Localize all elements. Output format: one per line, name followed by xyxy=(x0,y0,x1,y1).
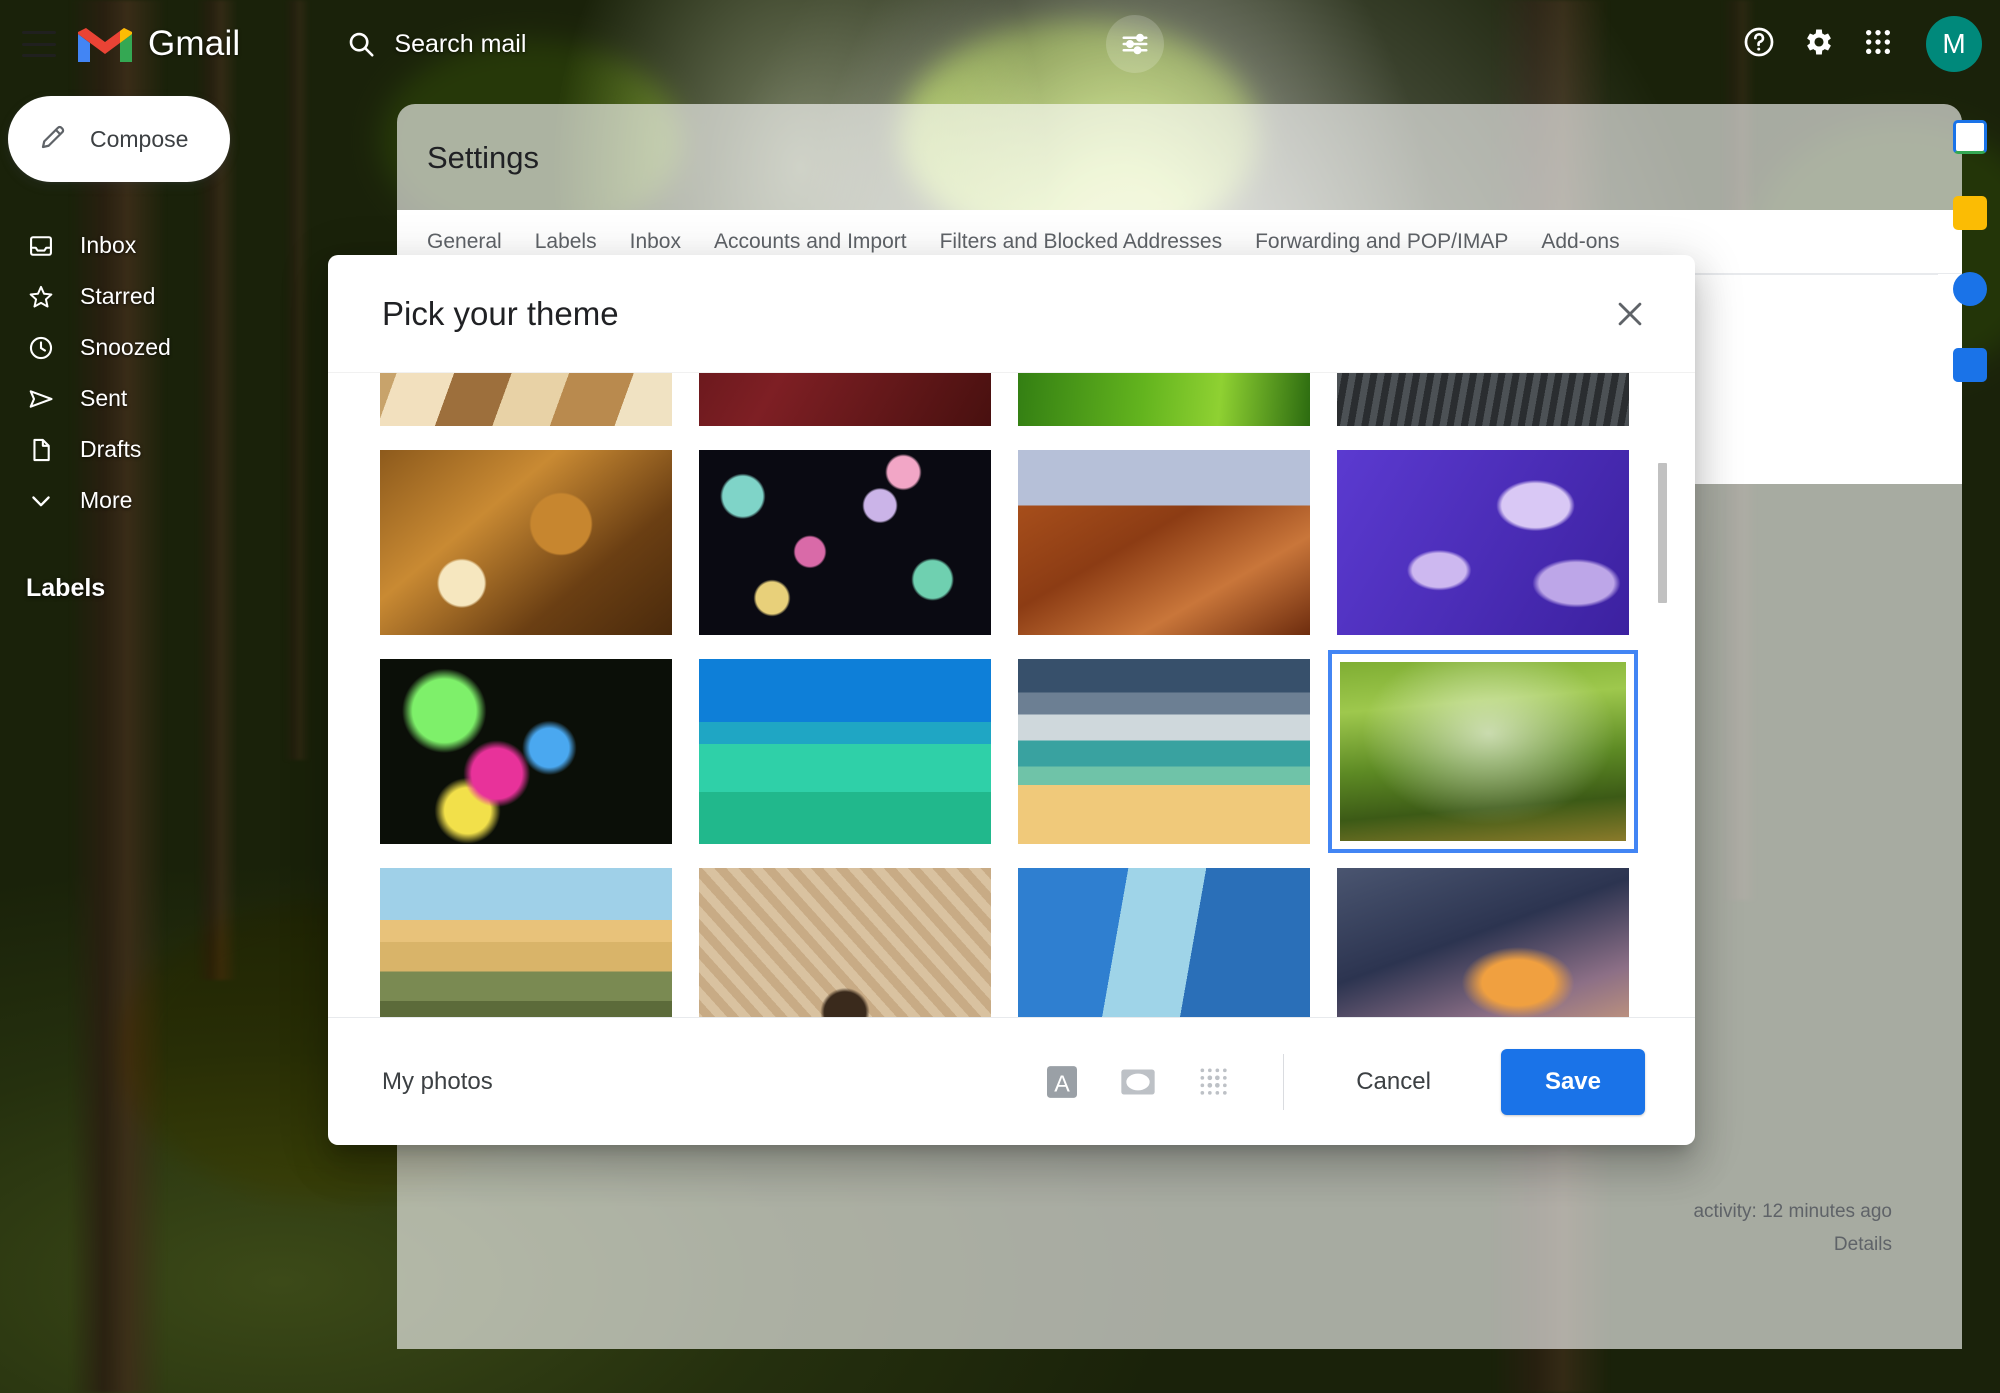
file-icon xyxy=(26,435,56,465)
avatar[interactable]: M xyxy=(1926,16,1982,72)
apps-grid-icon[interactable] xyxy=(1862,26,1894,63)
theme-thumbnail[interactable] xyxy=(699,659,991,844)
keep-icon[interactable] xyxy=(1953,196,1987,230)
sidebar-item-label: Sent xyxy=(80,385,128,411)
theme-thumbnail[interactable] xyxy=(380,659,672,844)
sidebar-item-label: Starred xyxy=(80,283,156,309)
tab-inbox[interactable]: Inbox xyxy=(630,230,681,254)
sidebar-item-snoozed[interactable]: Snoozed xyxy=(0,322,330,373)
tasks-icon[interactable] xyxy=(1953,272,1987,306)
scrollbar-track[interactable] xyxy=(1658,379,1667,1011)
theme-thumbnail-selected[interactable] xyxy=(1328,650,1638,853)
tab-accounts-and-import[interactable]: Accounts and Import xyxy=(714,230,907,254)
theme-thumbnail[interactable] xyxy=(699,373,991,426)
search-icon xyxy=(346,29,376,59)
compose-label: Compose xyxy=(90,125,189,152)
theme-thumbnail[interactable] xyxy=(699,450,991,635)
sidebar-item-label: More xyxy=(80,487,133,513)
top-bar-right-icons: M xyxy=(1742,0,2000,88)
hamburger-menu-icon[interactable] xyxy=(22,31,56,57)
tab-labels[interactable]: Labels xyxy=(535,230,597,254)
svg-text:A: A xyxy=(1054,1070,1070,1096)
search-input[interactable]: Search mail xyxy=(394,30,526,59)
compose-button[interactable]: Compose xyxy=(8,96,230,182)
top-bar: Gmail Search mail M xyxy=(0,0,2000,88)
my-photos-button[interactable]: My photos xyxy=(382,1068,493,1096)
theme-thumbnail[interactable] xyxy=(1337,868,1629,1017)
sidebar-nav-list: Inbox Starred Snoozed Sent Drafts More xyxy=(0,220,330,526)
gmail-logo-icon xyxy=(76,22,134,66)
sidebar-item-sent[interactable]: Sent xyxy=(0,373,330,424)
theme-thumbnail[interactable] xyxy=(1337,450,1629,635)
gear-icon[interactable] xyxy=(1802,25,1836,64)
scrollbar-thumb[interactable] xyxy=(1658,463,1667,603)
theme-thumbnail[interactable] xyxy=(699,868,991,1017)
pick-your-theme-dialog: Pick your theme My photos A Cancel Save xyxy=(328,255,1695,1145)
tab-forwarding-pop-imap[interactable]: Forwarding and POP/IMAP xyxy=(1255,230,1508,254)
sidebar-item-label: Inbox xyxy=(80,232,137,258)
theme-thumbnail[interactable] xyxy=(380,450,672,635)
tab-add-ons[interactable]: Add-ons xyxy=(1541,230,1619,254)
last-activity-text: activity: 12 minutes ago xyxy=(1693,1201,1892,1222)
send-icon xyxy=(26,384,56,414)
theme-thumbnail[interactable] xyxy=(380,373,672,426)
dialog-header: Pick your theme xyxy=(328,255,1695,373)
search-bar[interactable]: Search mail xyxy=(346,29,526,59)
theme-grid xyxy=(380,373,1638,1017)
sidebar-item-inbox[interactable]: Inbox xyxy=(0,220,330,271)
cancel-button[interactable]: Cancel xyxy=(1330,1054,1457,1110)
gmail-app-window: Gmail Search mail M Compose Inbox Starre… xyxy=(0,0,2000,1393)
calendar-icon[interactable] xyxy=(1953,120,1987,154)
account-activity-footer: activity: 12 minutes ago Details xyxy=(1693,1195,1892,1261)
details-link[interactable]: Details xyxy=(1693,1228,1892,1261)
theme-grid-scroll-area[interactable] xyxy=(328,373,1695,1017)
pencil-icon xyxy=(38,122,68,157)
blur-icon[interactable] xyxy=(1193,1061,1235,1103)
sidebar-item-label: Snoozed xyxy=(80,334,171,360)
tab-general[interactable]: General xyxy=(427,230,502,254)
theme-thumbnail[interactable] xyxy=(1337,373,1629,426)
contacts-icon[interactable] xyxy=(1953,348,1987,382)
vignette-icon[interactable] xyxy=(1117,1061,1159,1103)
star-icon xyxy=(26,282,56,312)
sidebar-item-more[interactable]: More xyxy=(0,475,330,526)
labels-heading: Labels xyxy=(26,574,106,602)
theme-thumbnail[interactable] xyxy=(1018,659,1310,844)
chevron-down-icon xyxy=(26,486,56,516)
divider xyxy=(1283,1053,1285,1110)
help-circle-icon[interactable] xyxy=(1742,25,1776,64)
theme-thumbnail[interactable] xyxy=(380,868,672,1017)
left-sidebar: Compose Inbox Starred Snoozed Sent Draft… xyxy=(0,96,330,603)
theme-thumbnail[interactable] xyxy=(1018,450,1310,635)
tab-filters-and-blocked[interactable]: Filters and Blocked Addresses xyxy=(940,230,1222,254)
clock-icon xyxy=(26,333,56,363)
right-side-panel xyxy=(1940,120,2000,382)
dialog-title: Pick your theme xyxy=(382,294,619,332)
close-icon[interactable] xyxy=(1609,293,1651,335)
sidebar-item-starred[interactable]: Starred xyxy=(0,271,330,322)
page-title: Settings xyxy=(427,140,540,175)
dialog-footer: My photos A Cancel Save xyxy=(328,1017,1695,1145)
brand-name: Gmail xyxy=(148,24,241,63)
tune-options-icon[interactable] xyxy=(1106,15,1165,73)
text-background-icon[interactable]: A xyxy=(1041,1061,1083,1103)
save-button[interactable]: Save xyxy=(1500,1048,1645,1115)
sidebar-item-drafts[interactable]: Drafts xyxy=(0,424,330,475)
theme-thumbnail[interactable] xyxy=(1018,868,1310,1017)
inbox-icon xyxy=(26,231,56,261)
sidebar-item-label: Drafts xyxy=(80,436,142,462)
theme-thumbnail[interactable] xyxy=(1018,373,1310,426)
